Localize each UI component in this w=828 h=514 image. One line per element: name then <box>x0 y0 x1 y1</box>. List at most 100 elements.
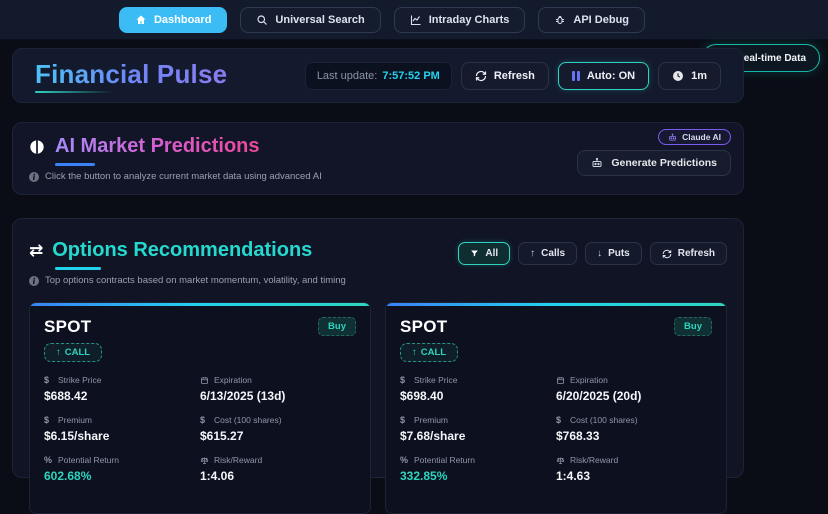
field-value: $698.40 <box>400 389 444 403</box>
field-expiration: Expiration 6/13/2025 (13d) <box>200 375 356 403</box>
calendar-icon <box>556 376 565 385</box>
options-section-title: Options Recommendations <box>52 239 313 261</box>
percent-icon: % <box>44 454 53 465</box>
scale-icon <box>556 456 565 465</box>
field-strike-price: $ Strike Price $688.42 <box>44 375 200 403</box>
ai-section-title: AI Market Predictions <box>55 135 260 157</box>
claude-ai-badge: Claude AI <box>658 129 731 145</box>
arrow-up-icon: ↑ <box>56 347 61 358</box>
brain-icon <box>29 139 45 155</box>
field-value: 602.68% <box>44 469 92 483</box>
interval-label: 1m <box>691 69 707 82</box>
buy-badge[interactable]: Buy <box>674 317 712 336</box>
options-recommendations-section: ⇄ Options Recommendations i Top options … <box>12 218 744 514</box>
robot-icon <box>591 157 603 169</box>
swap-arrows-icon: ⇄ <box>29 241 44 260</box>
filter-refresh-button[interactable]: Refresh <box>649 242 727 265</box>
field-value: $6.15/share <box>44 429 110 443</box>
search-icon <box>256 14 268 26</box>
dollar-icon: $ <box>44 414 50 425</box>
ai-predictions-section: AI Market Predictions i Click the button… <box>12 122 744 195</box>
calendar-icon <box>200 376 209 385</box>
field-potential-return: % Potential Return 332.85% <box>400 455 556 483</box>
refresh-icon <box>662 249 672 259</box>
field-premium: $ Premium $7.68/share <box>400 415 556 443</box>
field-potential-return: % Potential Return 602.68% <box>44 455 200 483</box>
contract-type-badge: ↑ CALL <box>400 343 459 362</box>
last-update-label: Last update: <box>316 69 378 82</box>
info-icon: i <box>29 171 39 182</box>
chart-line-icon <box>410 14 422 26</box>
field-value: 6/13/2025 (13d) <box>200 389 286 403</box>
page-header: Financial Pulse Last update: 7:57:52 PM … <box>12 48 744 103</box>
field-risk-reward: Risk/Reward 1:4.63 <box>556 455 712 483</box>
field-value: 332.85% <box>400 469 448 483</box>
options-title-block: ⇄ Options Recommendations i Top options … <box>29 239 346 286</box>
page-title: Financial Pulse <box>35 58 228 89</box>
options-subtitle-text: Top options contracts based on market mo… <box>45 275 346 286</box>
claude-badge-label: Claude AI <box>682 132 721 142</box>
dollar-icon: $ <box>44 374 50 385</box>
field-value: $768.33 <box>556 429 600 443</box>
ai-actions: Claude AI Generate Predictions <box>577 129 731 176</box>
generate-predictions-label: Generate Predictions <box>611 157 717 169</box>
field-label: Risk/Reward <box>214 455 263 465</box>
field-label: Potential Return <box>58 455 119 465</box>
auto-refresh-toggle[interactable]: Auto: ON <box>557 61 650 90</box>
filter-all-button[interactable]: All <box>458 242 511 265</box>
generate-predictions-button[interactable]: Generate Predictions <box>577 150 731 176</box>
field-label: Expiration <box>570 375 608 385</box>
dollar-icon: $ <box>200 414 206 425</box>
field-expiration: Expiration 6/20/2025 (20d) <box>556 375 712 403</box>
page-title-block: Financial Pulse <box>35 59 227 93</box>
bug-icon <box>554 14 566 26</box>
field-label: Premium <box>58 415 93 425</box>
info-icon: i <box>29 275 39 286</box>
field-value: 1:4.06 <box>200 469 235 483</box>
robot-icon <box>668 133 677 142</box>
filter-puts-button[interactable]: ↓ Puts <box>585 242 642 265</box>
ai-title-underline <box>55 163 95 166</box>
dollar-icon: $ <box>556 414 562 425</box>
filter-label: Refresh <box>677 248 715 259</box>
contract-type-badge: ↑ CALL <box>44 343 103 362</box>
arrow-down-icon: ↓ <box>597 247 603 259</box>
field-label: Potential Return <box>414 455 475 465</box>
field-cost: $ Cost (100 shares) $615.27 <box>200 415 356 443</box>
percent-icon: % <box>400 454 409 465</box>
filter-icon <box>470 249 479 258</box>
filter-label: All <box>485 248 499 259</box>
field-value: $7.68/share <box>400 429 466 443</box>
nav-intraday-charts-button[interactable]: Intraday Charts <box>393 6 526 33</box>
field-label: Risk/Reward <box>570 455 619 465</box>
arrow-up-icon: ↑ <box>412 347 417 358</box>
filter-label: Puts <box>608 248 630 259</box>
top-navbar: Dashboard Universal Search Intraday Char… <box>0 0 828 40</box>
filter-calls-button[interactable]: ↑ Calls <box>518 242 578 265</box>
nav-label: Dashboard <box>153 13 212 26</box>
refresh-button[interactable]: Refresh <box>460 61 549 90</box>
scale-icon <box>200 456 209 465</box>
field-label: Strike Price <box>58 375 102 385</box>
pause-icon <box>571 70 580 81</box>
ai-subtitle-text: Click the button to analyze current mark… <box>45 171 322 182</box>
title-underline <box>35 90 113 93</box>
buy-badge[interactable]: Buy <box>318 317 356 336</box>
options-section-subtitle: i Top options contracts based on market … <box>29 275 346 286</box>
field-label: Expiration <box>214 375 252 385</box>
options-cards: SPOT Buy ↑ CALL $ Strike Price $688.42 Ex… <box>29 302 727 514</box>
field-risk-reward: Risk/Reward 1:4.06 <box>200 455 356 483</box>
field-premium: $ Premium $6.15/share <box>44 415 200 443</box>
nav-dashboard-button[interactable]: Dashboard <box>118 6 228 33</box>
nav-universal-search-button[interactable]: Universal Search <box>240 6 381 33</box>
nav-label: Universal Search <box>275 13 365 26</box>
interval-button[interactable]: 1m <box>658 61 721 90</box>
nav-api-debug-button[interactable]: API Debug <box>538 6 646 33</box>
option-card: SPOT Buy ↑ CALL $ Strike Price $688.42 Ex… <box>29 302 371 514</box>
last-update-time: 7:57:52 PM <box>382 69 440 82</box>
options-title-underline <box>55 267 101 270</box>
field-strike-price: $ Strike Price $698.40 <box>400 375 556 403</box>
auto-label: Auto: ON <box>586 69 636 82</box>
contract-type-label: CALL <box>420 347 447 358</box>
field-label: Strike Price <box>414 375 458 385</box>
